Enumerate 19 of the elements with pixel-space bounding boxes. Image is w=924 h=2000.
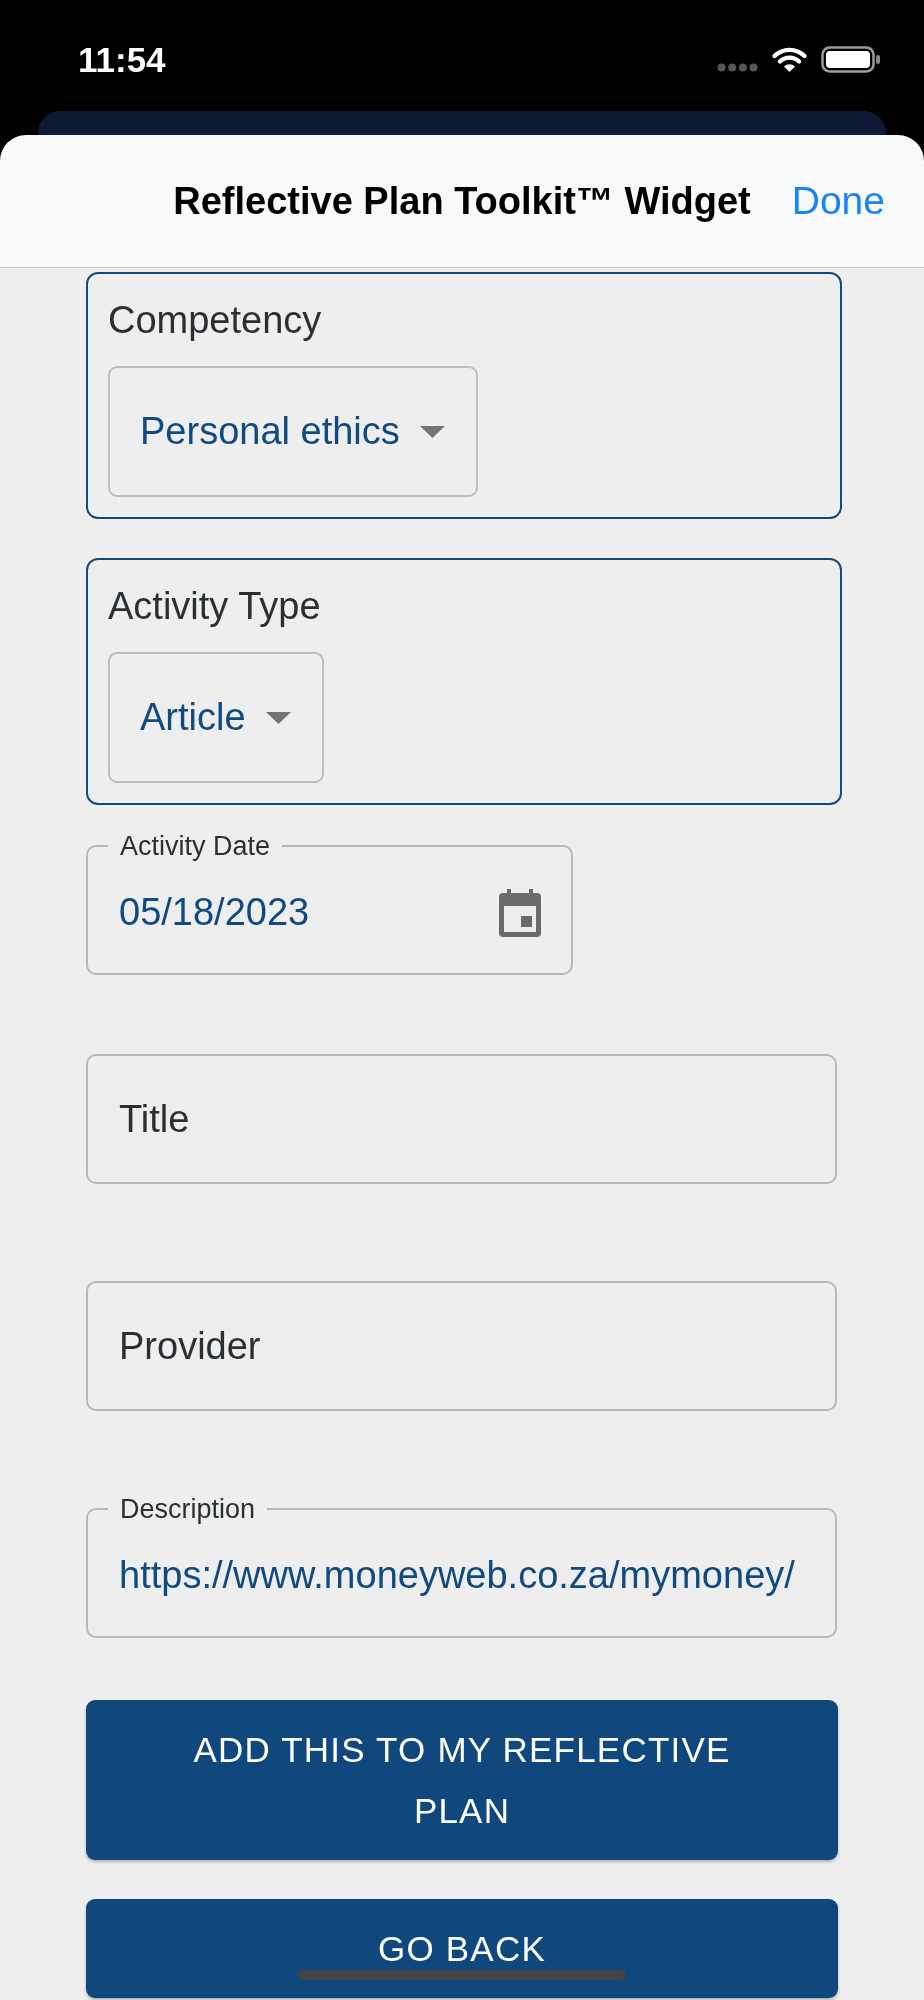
action-button[interactable]: GO BACK	[86, 1899, 838, 1998]
section-label: Competency	[108, 298, 322, 342]
text-field[interactable]: Provider	[86, 1281, 837, 1411]
section-label: Activity Type	[108, 584, 321, 628]
dropdown[interactable]: Article	[108, 652, 324, 783]
caret-icon	[265, 711, 291, 724]
status-time: 11:54	[78, 39, 166, 80]
sheet-title: Reflective Plan Toolkit™ Widget	[173, 179, 751, 223]
wifi-icon	[770, 46, 809, 73]
done-button[interactable]: Done	[791, 179, 885, 223]
battery-icon	[821, 46, 880, 73]
signal-icon	[717, 63, 758, 72]
field-label: Activity Date	[119, 831, 272, 861]
field-label: Description	[119, 1494, 257, 1524]
text-field[interactable]: Title	[86, 1054, 837, 1184]
dropdown[interactable]: Personal ethics	[108, 366, 478, 497]
calendar-icon[interactable]	[499, 888, 541, 937]
caret-icon	[419, 425, 445, 438]
action-button[interactable]: ADD THIS TO MY REFLECTIVE PLAN	[86, 1700, 838, 1860]
